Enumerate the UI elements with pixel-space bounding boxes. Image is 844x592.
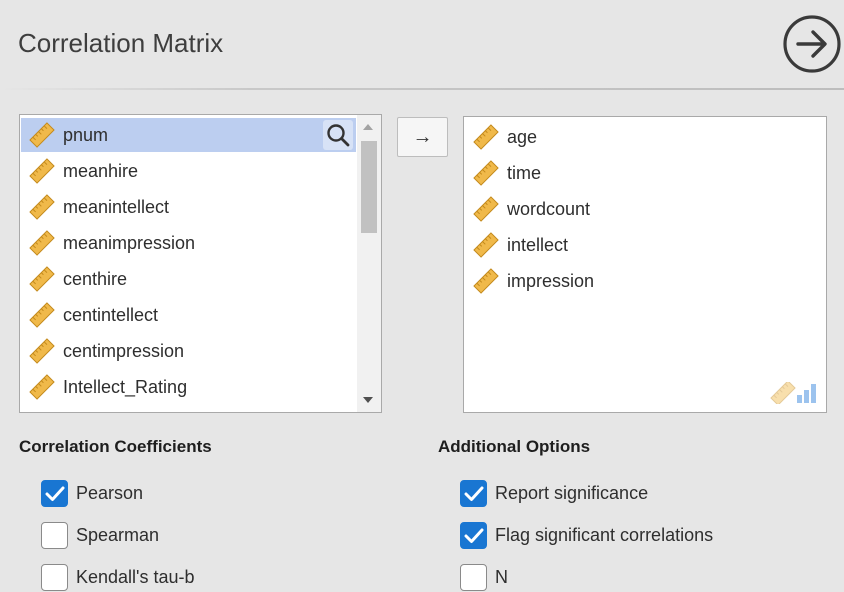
checkbox-row[interactable]: Report significance <box>460 479 648 507</box>
list-item-label: wordcount <box>507 198 591 219</box>
checkbox-row[interactable]: Flag significant correlations <box>460 521 713 549</box>
checkbox[interactable] <box>41 479 68 507</box>
search-button[interactable] <box>323 120 353 150</box>
list-item[interactable]: pnum <box>21 118 356 152</box>
list-item[interactable]: impression <box>465 264 800 298</box>
checkbox-label: Kendall's tau-b <box>76 566 195 587</box>
ruler-icon <box>473 196 499 222</box>
list-item[interactable]: meanhire <box>21 154 356 188</box>
continuous-ruler-icon <box>770 382 796 404</box>
list-item[interactable]: meanimpression <box>21 226 356 260</box>
page-title: Correlation Matrix <box>18 28 224 58</box>
list-item-label: age <box>507 126 538 147</box>
ordinal-bars-icon <box>797 384 816 403</box>
checkbox-row[interactable]: Kendall's tau-b <box>41 563 195 591</box>
ruler-icon <box>29 338 55 364</box>
checkbox[interactable] <box>460 479 487 507</box>
checkbox-row[interactable]: Pearson <box>41 479 143 507</box>
ruler-icon <box>473 232 499 258</box>
correlation-coefficients-title: Correlation Coefficients <box>19 437 212 456</box>
list-item-label: impression <box>507 270 595 291</box>
list-item-label: meanintellect <box>63 196 170 217</box>
list-item-label: meanhire <box>63 160 139 181</box>
search-icon <box>327 124 350 147</box>
list-item-label: intellect <box>507 234 569 255</box>
list-item-label: meanimpression <box>63 232 196 253</box>
list-item[interactable]: centhire <box>21 262 356 296</box>
checkbox[interactable] <box>41 563 68 591</box>
ruler-icon <box>473 160 499 186</box>
ruler-icon <box>29 122 55 148</box>
ruler-icon <box>29 374 55 400</box>
list-item[interactable]: wordcount <box>465 192 800 226</box>
list-item[interactable]: Intellect_Rating <box>21 370 356 404</box>
ruler-icon <box>473 268 499 294</box>
scroll-thumb[interactable] <box>361 141 377 233</box>
target-variable-list[interactable]: age time wordcount intellect impression <box>463 116 827 413</box>
additional-options-title: Additional Options <box>438 437 591 456</box>
source-variable-list[interactable]: pnum meanhire meanintellect meanimpression c… <box>19 114 382 413</box>
ruler-icon <box>29 302 55 328</box>
move-to-target-button[interactable]: → <box>397 117 448 157</box>
checkbox-label: N <box>495 566 508 587</box>
checkbox-label: Spearman <box>76 524 160 545</box>
checkbox[interactable] <box>460 521 487 549</box>
list-item-label: Intellect_Rating <box>63 376 188 397</box>
checkbox-row[interactable]: N <box>460 563 508 591</box>
checkbox[interactable] <box>460 563 487 591</box>
header-divider <box>0 88 844 90</box>
list-item-label: time <box>507 162 542 183</box>
checkbox-label: Report significance <box>495 482 649 503</box>
circle-arrow-right-icon <box>783 15 841 73</box>
checkbox-label: Pearson <box>76 482 144 503</box>
list-item-label: pnum <box>63 124 109 145</box>
checkbox[interactable] <box>41 521 68 549</box>
list-item-label: centhire <box>63 268 128 289</box>
scroll-up-icon[interactable] <box>363 124 373 130</box>
scroll-down-icon[interactable] <box>363 397 373 403</box>
list-item[interactable]: time <box>465 156 800 190</box>
accepted-types-indicator <box>770 382 818 404</box>
ruler-icon <box>473 124 499 150</box>
ruler-icon <box>29 230 55 256</box>
ruler-icon <box>29 158 55 184</box>
ruler-icon <box>29 266 55 292</box>
checkbox-label: Flag significant correlations <box>495 524 714 545</box>
scrollbar[interactable] <box>357 115 381 412</box>
list-item[interactable]: age <box>465 120 800 154</box>
list-item[interactable]: centimpression <box>21 334 356 368</box>
list-item[interactable]: centintellect <box>21 298 356 332</box>
list-item-label: centintellect <box>63 304 159 325</box>
list-item-label: centimpression <box>63 340 185 361</box>
list-item[interactable]: meanintellect <box>21 190 356 224</box>
list-item[interactable]: intellect <box>465 228 800 262</box>
checkbox-row[interactable]: Spearman <box>41 521 159 549</box>
ruler-icon <box>29 194 55 220</box>
run-arrow-button[interactable] <box>782 14 842 74</box>
